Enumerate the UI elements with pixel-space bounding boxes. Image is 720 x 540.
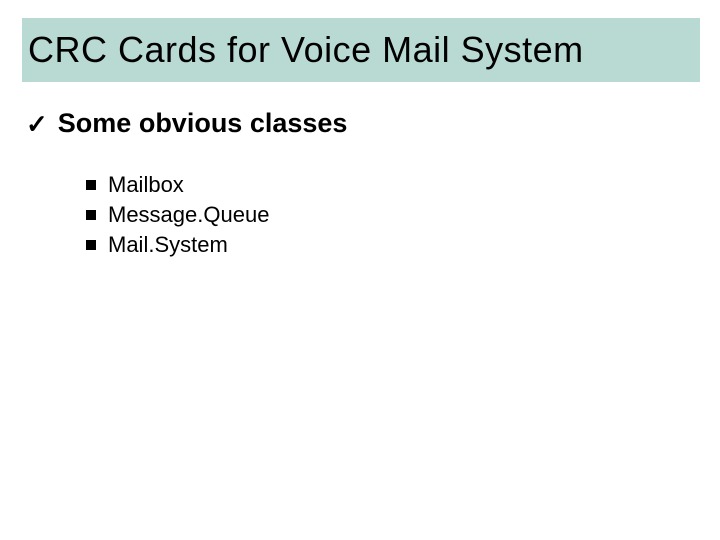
- slide-title: CRC Cards for Voice Mail System: [28, 30, 584, 70]
- checkmark-icon: ✓: [26, 111, 48, 137]
- list-item: Mail.System: [86, 232, 269, 258]
- square-bullet-icon: [86, 180, 96, 190]
- bullet-1-text: Some obvious classes: [58, 108, 348, 139]
- bullet-level-1: ✓ Some obvious classes: [26, 108, 347, 139]
- list-item-label: Message.Queue: [108, 202, 269, 228]
- title-bar: CRC Cards for Voice Mail System: [22, 18, 700, 82]
- sublist: Mailbox Message.Queue Mail.System: [86, 172, 269, 262]
- square-bullet-icon: [86, 210, 96, 220]
- list-item: Message.Queue: [86, 202, 269, 228]
- list-item: Mailbox: [86, 172, 269, 198]
- slide: CRC Cards for Voice Mail System ✓ Some o…: [0, 0, 720, 540]
- list-item-label: Mail.System: [108, 232, 228, 258]
- square-bullet-icon: [86, 240, 96, 250]
- list-item-label: Mailbox: [108, 172, 184, 198]
